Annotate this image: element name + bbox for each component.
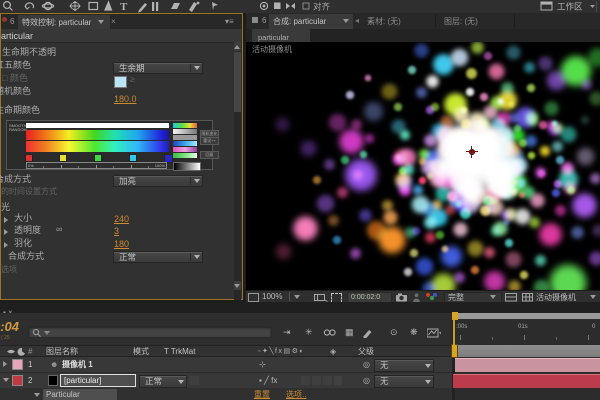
svg-text:对齐: 对齐: [313, 2, 331, 12]
svg-text:T: T: [120, 1, 128, 13]
svg-text:工作区: 工作区: [557, 2, 583, 12]
